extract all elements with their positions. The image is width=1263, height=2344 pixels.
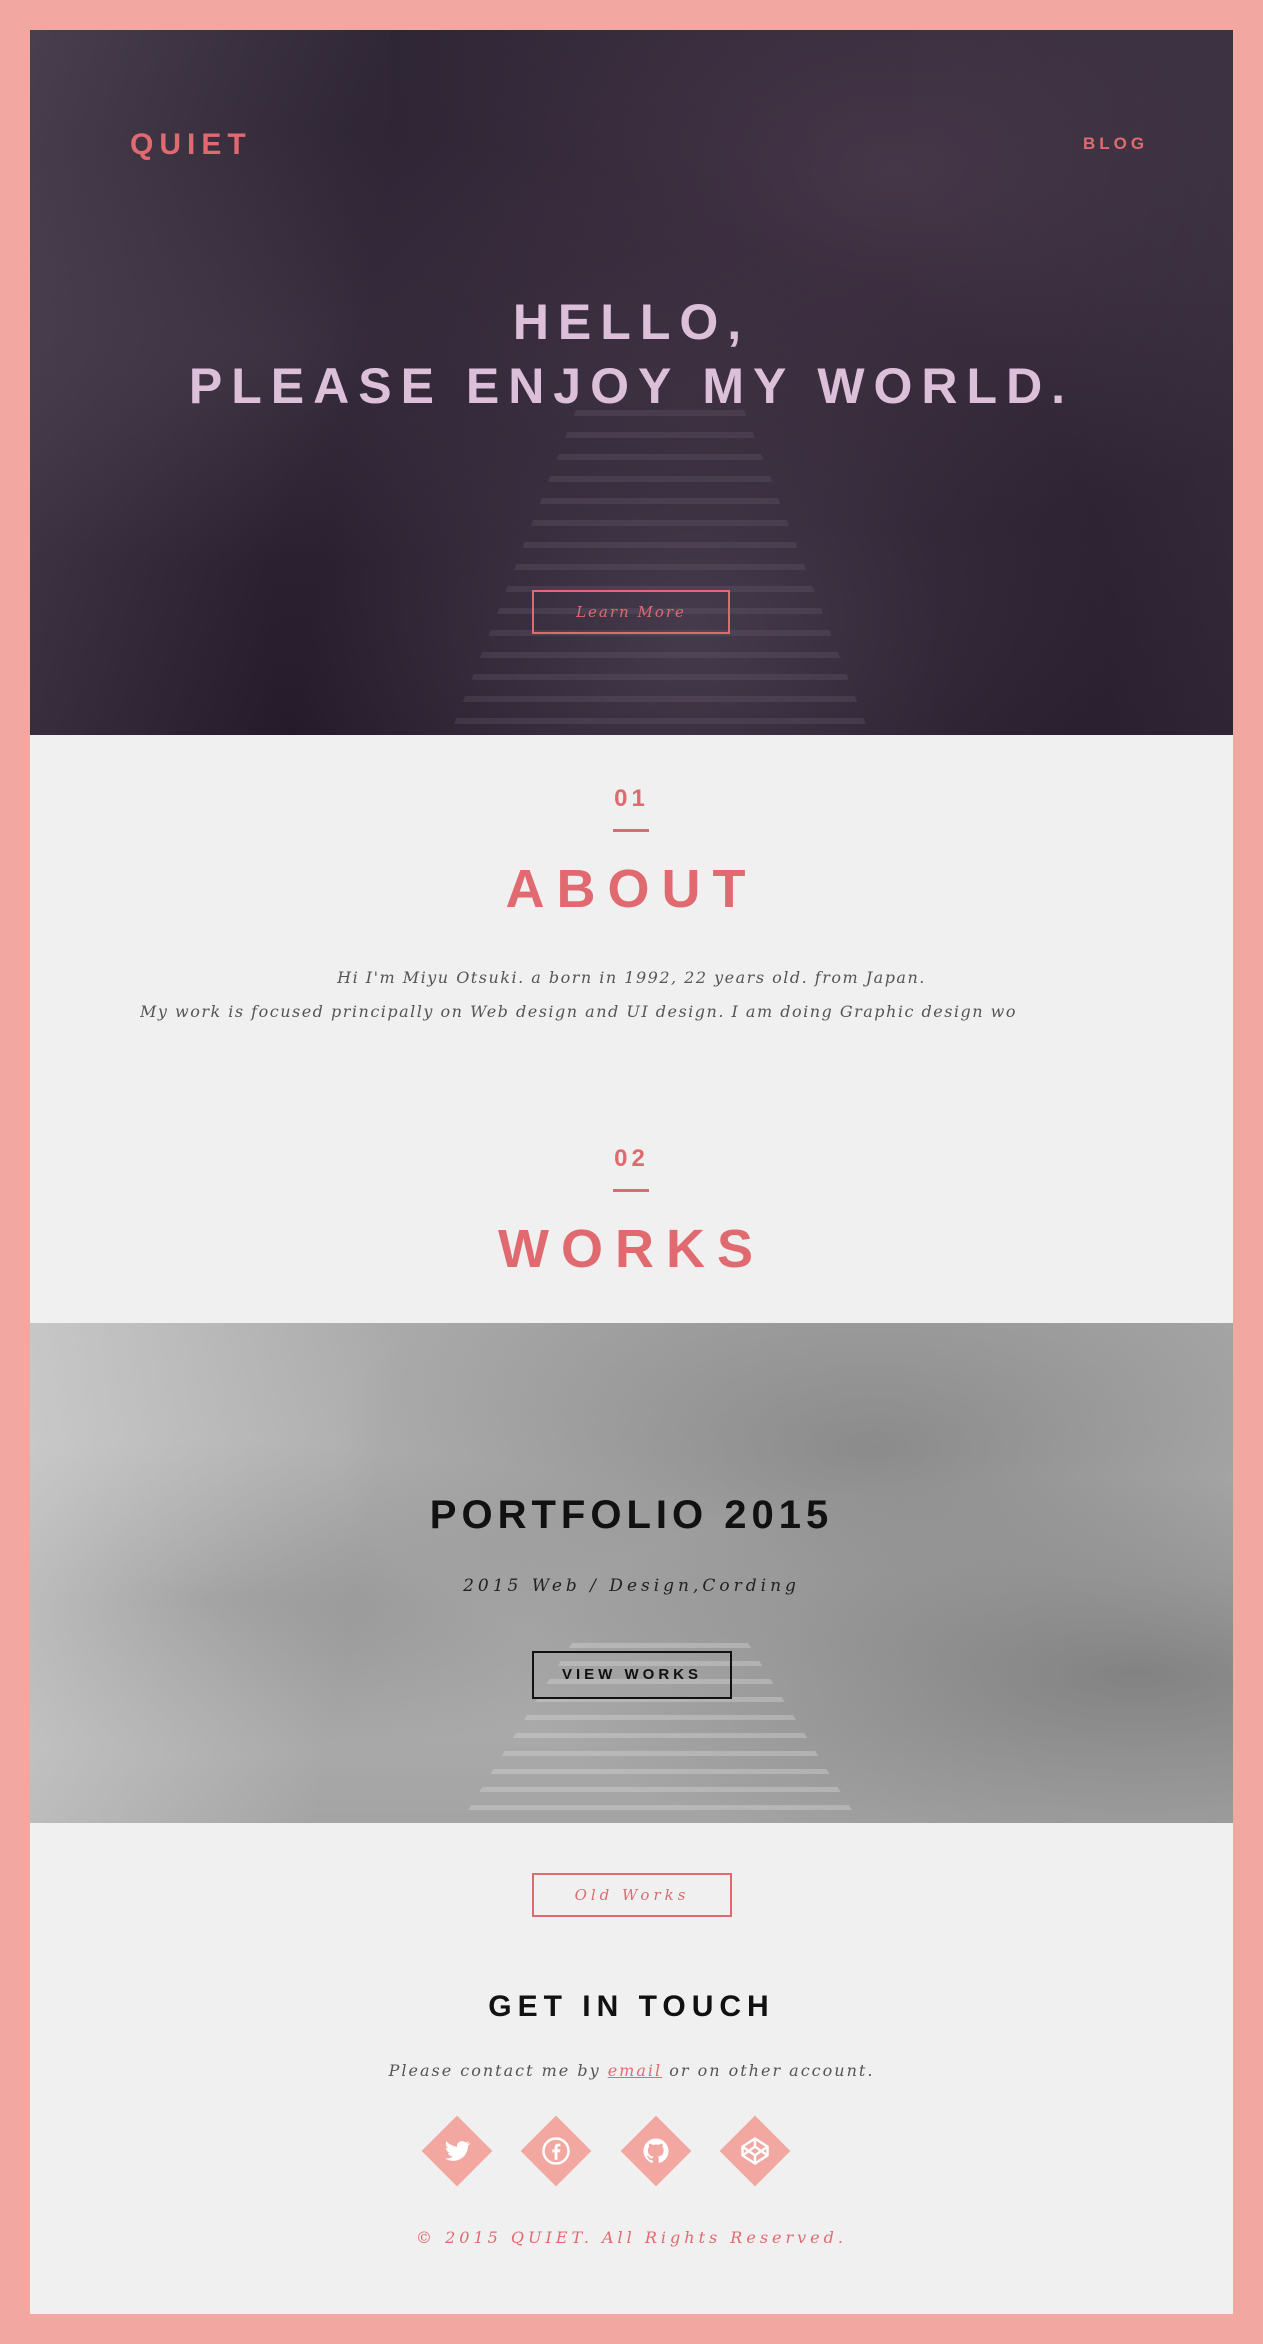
portfolio-banner[interactable]: PORTFOLIO 2015 2015 Web / Design,Cording… xyxy=(30,1323,1233,1823)
view-works-button[interactable]: VIEW WORKS xyxy=(532,1651,732,1699)
facebook-icon xyxy=(542,2137,570,2165)
about-title: ABOUT xyxy=(505,859,758,919)
portfolio-image-left-houses xyxy=(30,1323,410,1823)
github-icon xyxy=(643,2138,669,2163)
about-number-underline xyxy=(613,829,649,832)
contact-title: GET IN TOUCH xyxy=(488,1990,775,2023)
twitter-icon xyxy=(445,2141,471,2161)
nav-blog-link[interactable]: BLOG xyxy=(1083,134,1148,154)
portfolio-title: PORTFOLIO 2015 xyxy=(429,1493,834,1537)
portfolio-subtitle: 2015 Web / Design,Cording xyxy=(463,1576,800,1596)
site-logo[interactable]: QUIET xyxy=(130,128,252,162)
about-section-number: 01 xyxy=(614,785,649,812)
about-text-line1: Hi I'm Miyu Otsuki. a born in 1992, 22 y… xyxy=(337,968,926,987)
email-link[interactable]: email xyxy=(608,2061,662,2080)
contact-text-before: Please contact me by xyxy=(388,2061,601,2080)
hero-title-line1: HELLO, xyxy=(512,294,751,350)
twitter-button[interactable] xyxy=(421,2115,493,2187)
works-title: WORKS xyxy=(498,1219,765,1279)
github-button[interactable] xyxy=(620,2115,692,2187)
hero-title-line2: PLEASE ENJOY MY WORLD. xyxy=(188,358,1075,414)
footer-copyright: © 2015 QUIET. All Rights Reserved. xyxy=(416,2228,847,2247)
works-section-number: 02 xyxy=(614,1145,649,1172)
contact-text: Please contact me by email or on other a… xyxy=(30,2061,1233,2080)
learn-more-button[interactable]: Learn More xyxy=(532,590,730,634)
hero-image-stairs xyxy=(450,410,870,735)
codepen-icon xyxy=(741,2137,769,2165)
old-works-button[interactable]: Old Works xyxy=(532,1873,732,1917)
about-text-line2: My work is focused principally on Web de… xyxy=(140,1002,1017,1021)
codepen-button[interactable] xyxy=(719,2115,791,2187)
hero-section: QUIET BLOG HELLO, PLEASE ENJOY MY WORLD.… xyxy=(30,30,1233,735)
hero-title: HELLO, PLEASE ENJOY MY WORLD. xyxy=(30,290,1233,418)
works-number-underline xyxy=(613,1189,649,1192)
facebook-button[interactable] xyxy=(520,2115,592,2187)
contact-text-after: or on other account. xyxy=(669,2061,875,2080)
page-frame: QUIET BLOG HELLO, PLEASE ENJOY MY WORLD.… xyxy=(30,30,1233,2314)
